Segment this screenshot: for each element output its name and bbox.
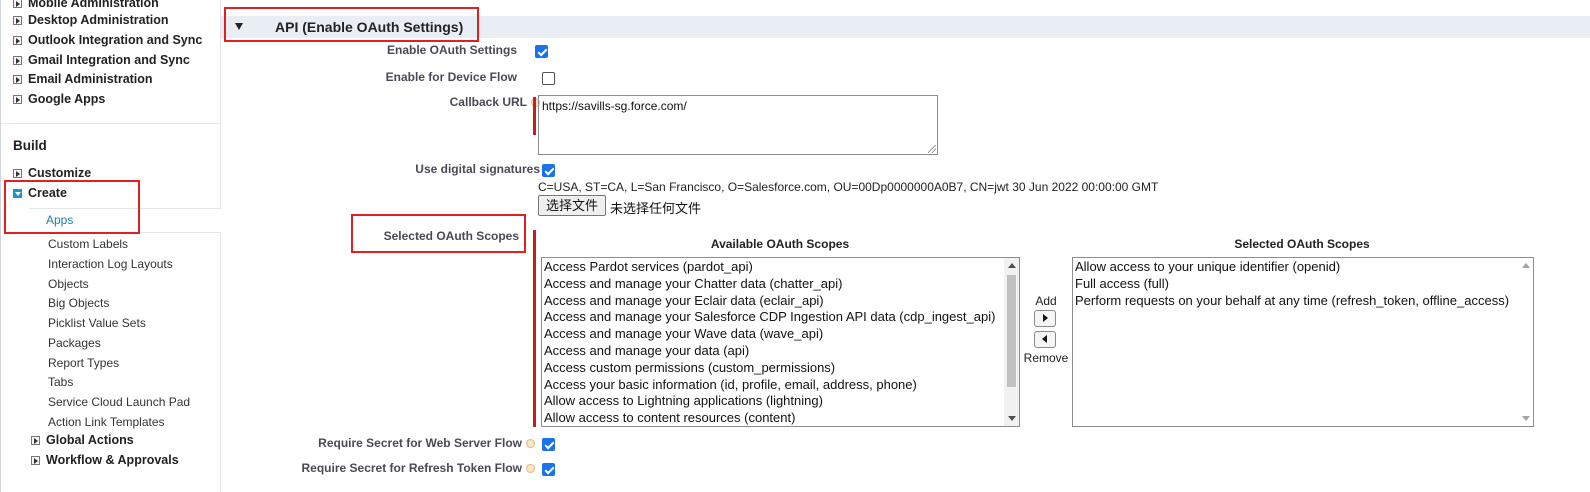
- available-scopes-header: Available OAuth Scopes: [710, 237, 850, 251]
- list-item[interactable]: Access and manage your Eclair data (ecla…: [542, 293, 1019, 310]
- scroll-down-icon[interactable]: [1008, 416, 1016, 421]
- help-icon[interactable]: [526, 464, 535, 474]
- sidebar-link-action-link-templates[interactable]: Action Link Templates: [48, 415, 165, 429]
- sidebar-section-build: Build: [13, 138, 47, 153]
- choose-file-button[interactable]: 选择文件: [538, 195, 606, 216]
- expand-icon[interactable]: [13, 0, 22, 8]
- arrow-left-icon: [1042, 335, 1047, 343]
- callback-url-label: Callback URL: [450, 95, 540, 109]
- scroll-thumb[interactable]: [1007, 275, 1016, 387]
- section-title-highlight: [224, 7, 479, 42]
- expand-icon[interactable]: [13, 15, 22, 25]
- callback-url-input[interactable]: https://savills-sg.force.com/: [538, 95, 938, 155]
- list-item[interactable]: Access custom permissions (custom_permis…: [542, 360, 1019, 377]
- sidebar-link-interaction-log-layouts[interactable]: Interaction Log Layouts: [48, 257, 173, 271]
- list-item[interactable]: Access and manage your Chatter data (cha…: [542, 276, 1019, 293]
- sidebar-item-workflow-approvals[interactable]: Workflow & Approvals: [31, 451, 179, 469]
- selected-scopes-listbox[interactable]: Allow access to your unique identifier (…: [1072, 257, 1534, 427]
- sidebar-link-objects[interactable]: Objects: [48, 277, 89, 291]
- selected-scopes-scrollbar[interactable]: [1518, 258, 1533, 426]
- sidebar-item-google-apps[interactable]: Google Apps: [13, 90, 105, 108]
- list-item[interactable]: Allow access to Lightning applications (…: [542, 393, 1019, 410]
- list-item[interactable]: Access and manage your Wave data (wave_a…: [542, 326, 1019, 343]
- sidebar-item-global-actions[interactable]: Global Actions: [31, 431, 134, 449]
- list-item[interactable]: Allow access to your unique identifier (…: [1073, 259, 1533, 276]
- list-item[interactable]: Allow access to content resources (conte…: [542, 410, 1019, 426]
- add-label: Add: [1035, 294, 1057, 308]
- arrow-right-icon: [1043, 314, 1048, 322]
- required-indicator: [533, 97, 536, 135]
- sidebar-link-service-cloud-launch-pad[interactable]: Service Cloud Launch Pad: [48, 395, 190, 409]
- sidebar-item-gmail-integration[interactable]: Gmail Integration and Sync: [13, 51, 190, 69]
- expand-icon[interactable]: [13, 55, 22, 65]
- scroll-up-icon[interactable]: [1522, 263, 1530, 268]
- help-icon[interactable]: [526, 439, 535, 449]
- list-item[interactable]: Access your basic information (id, profi…: [542, 377, 1019, 394]
- secret-refresh-token-label: Require Secret for Refresh Token Flow: [302, 461, 535, 475]
- sidebar-link-report-types[interactable]: Report Types: [48, 356, 119, 370]
- remove-scope-button[interactable]: [1034, 331, 1056, 348]
- expand-icon[interactable]: [13, 94, 22, 104]
- enable-oauth-checkbox[interactable]: [535, 45, 548, 58]
- resize-grip-icon[interactable]: [928, 145, 936, 153]
- add-scope-button[interactable]: [1034, 310, 1056, 327]
- available-scopes-listbox[interactable]: Access Pardot services (pardot_api) Acce…: [541, 257, 1020, 427]
- sidebar-link-packages[interactable]: Packages: [48, 336, 101, 350]
- list-item[interactable]: Perform requests on your behalf at any t…: [1073, 293, 1533, 310]
- expand-icon[interactable]: [31, 455, 40, 465]
- digital-signatures-label: Use digital signatures: [415, 162, 540, 176]
- expand-icon[interactable]: [13, 35, 22, 45]
- required-indicator: [533, 230, 536, 427]
- enable-oauth-label: Enable OAuth Settings: [386, 43, 517, 57]
- selected-scopes-header: Selected OAuth Scopes: [1234, 237, 1370, 251]
- secret-web-server-label: Require Secret for Web Server Flow: [318, 436, 535, 450]
- sidebar-item-outlook-integration[interactable]: Outlook Integration and Sync: [13, 31, 202, 49]
- secret-web-server-checkbox[interactable]: [542, 438, 555, 451]
- sidebar-link-big-objects[interactable]: Big Objects: [48, 296, 109, 310]
- device-flow-label: Enable for Device Flow: [385, 70, 517, 84]
- expand-icon[interactable]: [31, 435, 40, 445]
- list-item[interactable]: Access and manage your Salesforce CDP In…: [542, 309, 1019, 326]
- list-item[interactable]: Full access (full): [1073, 276, 1533, 293]
- sidebar-divider: [1, 123, 220, 124]
- sidebar-link-custom-labels[interactable]: Custom Labels: [48, 237, 128, 251]
- no-file-chosen-text: 未选择任何文件: [610, 201, 702, 216]
- scopes-label-highlight: [351, 214, 526, 253]
- sidebar-link-picklist-value-sets[interactable]: Picklist Value Sets: [48, 316, 146, 330]
- scroll-down-icon[interactable]: [1522, 416, 1530, 421]
- expand-icon[interactable]: [13, 74, 22, 84]
- create-apps-highlight: [4, 180, 140, 234]
- setup-sidebar: Mobile Administration Desktop Administra…: [0, 0, 221, 492]
- sidebar-item-email-administration[interactable]: Email Administration: [13, 70, 153, 88]
- sidebar-link-tabs[interactable]: Tabs: [48, 375, 73, 389]
- list-item[interactable]: Access Pardot services (pardot_api): [542, 259, 1019, 276]
- secret-refresh-token-checkbox[interactable]: [542, 463, 555, 476]
- main-content: API (Enable OAuth Settings) Enable OAuth…: [221, 0, 1590, 492]
- scroll-up-icon[interactable]: [1008, 263, 1016, 268]
- remove-label: Remove: [1023, 351, 1069, 365]
- list-item[interactable]: Access and manage your data (api): [542, 343, 1019, 360]
- device-flow-checkbox[interactable]: [542, 72, 555, 85]
- available-scopes-scrollbar[interactable]: [1004, 258, 1019, 426]
- sidebar-item-desktop-administration[interactable]: Desktop Administration: [13, 11, 169, 29]
- certificate-info: C=USA, ST=CA, L=San Francisco, O=Salesfo…: [538, 180, 1159, 194]
- digital-signatures-checkbox[interactable]: [542, 164, 555, 177]
- expand-icon[interactable]: [13, 168, 22, 178]
